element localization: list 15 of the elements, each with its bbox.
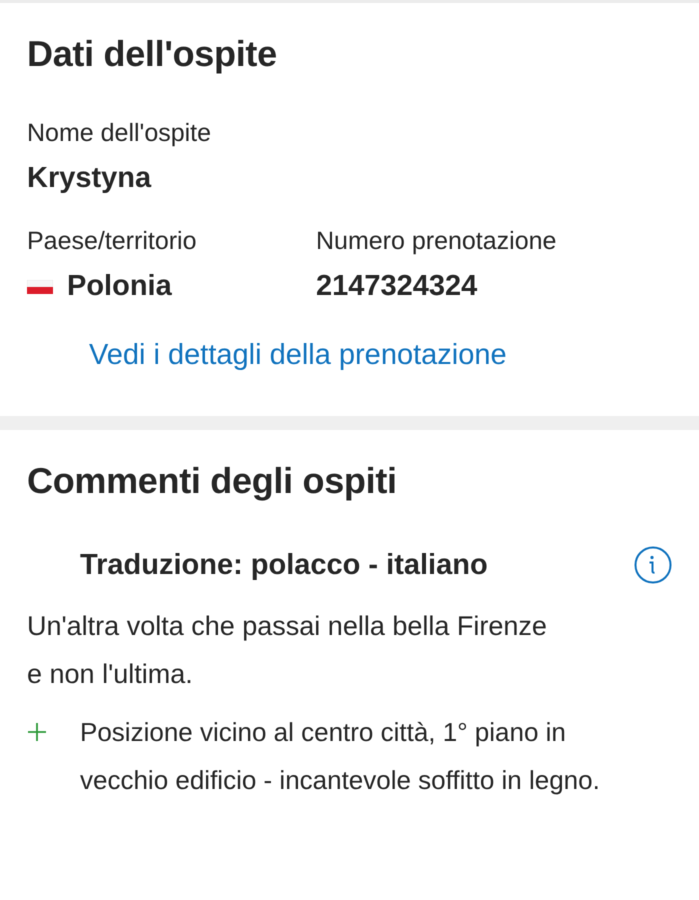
section-title: Commenti degli ospiti xyxy=(27,460,398,502)
info-icon[interactable] xyxy=(634,546,672,584)
comment-point: Posizione vicino al centro città, 1° piano in vecchio edificio - incantevole soffitto in legno. xyxy=(80,716,601,797)
translation-label: Traduzione: polacco - italiano xyxy=(80,548,488,582)
field-label: Paese/territorio xyxy=(27,227,198,256)
plus-icon xyxy=(27,722,47,742)
poland-flag-icon xyxy=(27,280,53,294)
section-title: Dati dell'ospite xyxy=(27,33,278,75)
field-label: Numero prenotazione xyxy=(316,227,558,256)
guest-name: Krystyna xyxy=(27,162,152,195)
booking-details-link[interactable]: Vedi i dettagli della prenotazione xyxy=(89,339,507,372)
country-value: Polonia xyxy=(67,270,172,303)
booking-number: 2147324324 xyxy=(316,270,478,303)
field-label: Nome dell'ospite xyxy=(27,119,212,148)
guest-comment: Un'altra volta che passai nella bella Firenze e non l'ultima. xyxy=(27,610,548,691)
